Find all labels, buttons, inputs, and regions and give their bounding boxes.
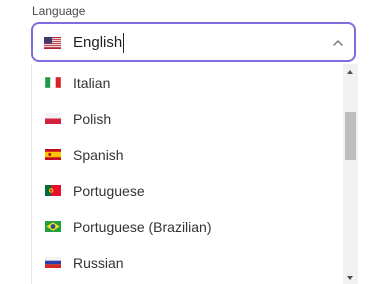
language-selector: Language English Italian Polish Spanish … xyxy=(0,0,371,284)
language-options-list: Italian Polish Spanish Portuguese Portug… xyxy=(31,64,361,284)
chevron-up-icon[interactable] xyxy=(331,36,345,50)
option-italian[interactable]: Italian xyxy=(32,65,342,101)
option-label: Polish xyxy=(73,111,112,127)
option-label: Portuguese xyxy=(73,183,145,199)
brazil-flag-icon xyxy=(45,221,61,232)
scrollbar-thumb[interactable] xyxy=(345,112,356,160)
portugal-flag-icon xyxy=(45,185,61,196)
italy-flag-icon xyxy=(45,77,61,88)
us-flag-icon xyxy=(44,37,61,49)
option-label: Spanish xyxy=(73,147,124,163)
option-russian[interactable]: Russian xyxy=(32,245,342,281)
russia-flag-icon xyxy=(45,257,61,268)
language-combobox[interactable]: English xyxy=(31,22,356,62)
option-polish[interactable]: Polish xyxy=(32,101,342,137)
scroll-down-arrow-icon[interactable] xyxy=(347,276,353,280)
option-spanish[interactable]: Spanish xyxy=(32,137,342,173)
dropdown-scrollbar[interactable] xyxy=(343,64,358,284)
poland-flag-icon xyxy=(45,113,61,124)
option-label: Italian xyxy=(73,75,111,91)
option-portuguese-brazilian[interactable]: Portuguese (Brazilian) xyxy=(32,209,342,245)
language-input[interactable]: English xyxy=(73,33,125,53)
option-label: Russian xyxy=(73,255,124,271)
option-portuguese[interactable]: Portuguese xyxy=(32,173,342,209)
spain-flag-icon xyxy=(45,149,61,160)
scroll-up-arrow-icon[interactable] xyxy=(347,70,353,74)
option-label: Portuguese (Brazilian) xyxy=(73,219,212,235)
field-label: Language xyxy=(32,4,86,18)
